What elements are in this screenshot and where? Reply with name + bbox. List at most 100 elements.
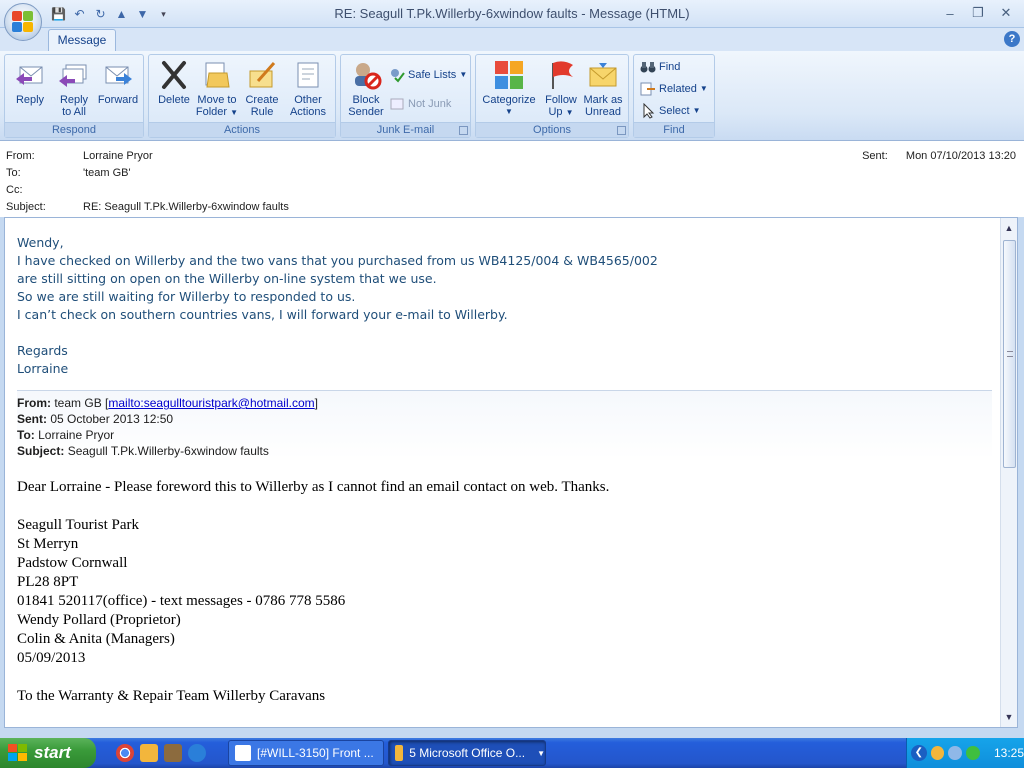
subject-value: RE: Seagull T.Pk.Willerby-6xwindow fault…: [83, 201, 289, 213]
minimize-icon[interactable]: –: [936, 3, 964, 23]
move-dropdown-icon: ▼: [230, 108, 239, 117]
quoted-line: Colin & Anita (Managers): [17, 631, 175, 647]
ribbon: Reply Reply to All Forward Respond Delet…: [0, 51, 1024, 141]
reply-line: Lorraine: [17, 361, 69, 376]
categorize-icon: [493, 59, 525, 91]
tab-message[interactable]: Message: [48, 29, 116, 52]
follow-up-flag-icon: [545, 59, 577, 91]
message-body[interactable]: Wendy, I have checked on Willerby and the…: [4, 217, 1018, 728]
quoted-line: PL28 8PT: [17, 574, 79, 590]
not-junk-button[interactable]: Not Junk: [389, 94, 451, 113]
quoted-line: St Merryn: [17, 536, 79, 552]
delete-icon: [158, 59, 190, 91]
reply-line: I can’t check on southern countries vans…: [17, 307, 508, 322]
mark-as-unread-icon: [587, 59, 619, 91]
office-button[interactable]: [4, 3, 42, 41]
windows-flag-icon: [8, 744, 28, 762]
restore-icon[interactable]: ❐: [964, 3, 992, 23]
options-group: Categorize ▼ Follow Up ▼ Mark as Unread …: [475, 54, 629, 138]
junk-email-dialog-launcher-icon[interactable]: [459, 126, 468, 135]
options-dialog-launcher-icon[interactable]: [617, 126, 626, 135]
block-sender-icon: [350, 59, 382, 91]
related-button[interactable]: Related ▼: [640, 79, 708, 98]
email-link[interactable]: mailto:seagulltouristpark@hotmail.com: [108, 396, 314, 410]
reply-line: So we are still waiting for Willerby to …: [17, 289, 356, 304]
window-title: RE: Seagull T.Pk.Willerby-6xwindow fault…: [334, 6, 690, 21]
ribbon-tabs: Message ?: [0, 28, 1024, 52]
quoted-line: [17, 668, 992, 687]
safe-lists-icon: [389, 67, 405, 83]
scroll-up-icon[interactable]: ▲: [1001, 220, 1017, 236]
reply-all-button[interactable]: Reply to All: [51, 57, 97, 121]
tray-expand-icon[interactable]: ❮: [911, 745, 927, 761]
taskbar-item-will-3150[interactable]: [#WILL-3150] Front ...: [228, 740, 384, 766]
message-content: Wendy, I have checked on Willerby and the…: [17, 234, 992, 706]
respond-group-label: Respond: [5, 122, 143, 137]
reply-text: Wendy, I have checked on Willerby and the…: [17, 234, 992, 378]
sent-row: Sent: Mon 07/10/2013 13:20: [862, 150, 1016, 162]
quoted-line: Wendy Pollard (Proprietor): [17, 612, 181, 628]
system-tray: ❮ 13:25: [906, 738, 1024, 768]
follow-up-button[interactable]: Follow Up ▼: [538, 57, 584, 121]
quoted-line: Padstow Cornwall: [17, 555, 128, 571]
tracker-icon: [235, 745, 251, 761]
office-logo-icon: [12, 11, 34, 33]
move-to-folder-button[interactable]: Move to Folder ▼: [194, 57, 240, 121]
status-strip: [0, 728, 1024, 738]
message-header: From: Lorraine Pryor To: 'team GB' Cc: S…: [0, 141, 1024, 217]
close-icon[interactable]: ✕: [992, 3, 1020, 23]
binoculars-icon: [640, 59, 656, 75]
ie-icon[interactable]: [188, 744, 206, 762]
other-actions-icon: [292, 59, 324, 91]
reply-line: Regards: [17, 343, 68, 358]
not-junk-icon: [389, 96, 405, 112]
reply-line: [17, 324, 992, 342]
select-button[interactable]: Select ▼: [640, 101, 701, 120]
actions-group-label: Actions: [149, 122, 335, 137]
quoted-body-text: Dear Lorraine - Please foreword this to …: [17, 478, 992, 706]
categorize-dropdown-icon: ▼: [505, 107, 513, 116]
help-icon[interactable]: ?: [1004, 31, 1020, 47]
app-icon[interactable]: [164, 744, 182, 762]
quick-launch: [116, 744, 206, 762]
clock: 13:25: [993, 746, 1024, 760]
junk-email-group-label: Junk E-mail: [341, 122, 470, 137]
start-button[interactable]: start: [0, 738, 96, 768]
quoted-line: To the Warranty & Repair Team Willerby C…: [17, 688, 326, 704]
sent-value: Mon 07/10/2013 13:20: [905, 150, 1016, 162]
delete-button[interactable]: Delete: [151, 57, 197, 121]
create-rule-icon: [246, 59, 278, 91]
actions-group: Delete Move to Folder ▼ Create Rule Othe…: [148, 54, 336, 138]
quoted-header: From: team GB [mailto:seagulltouristpark…: [17, 390, 992, 459]
reply-line: I have checked on Willerby and the two v…: [17, 253, 658, 268]
from-value[interactable]: Lorraine Pryor: [83, 150, 153, 162]
block-sender-button[interactable]: Block Sender: [343, 57, 389, 121]
find-group-label: Find: [634, 122, 714, 137]
vertical-scrollbar[interactable]: ▲ ▼: [1000, 218, 1017, 727]
quoted-line: Seagull Tourist Park: [17, 517, 139, 533]
group-dropdown-icon: ▼: [537, 748, 545, 758]
other-actions-button[interactable]: Other Actions ▼: [285, 57, 331, 129]
forward-button[interactable]: Forward: [95, 57, 141, 121]
safe-lists-button[interactable]: Safe Lists ▼: [389, 65, 467, 84]
categorize-button[interactable]: Categorize ▼: [478, 57, 540, 121]
tray-network-icon[interactable]: [948, 746, 963, 760]
reply-button[interactable]: Reply: [7, 57, 53, 121]
mark-as-unread-button[interactable]: Mark as Unread: [580, 57, 626, 121]
tray-outlook-icon[interactable]: [930, 746, 945, 760]
find-group: Find Related ▼ Select ▼ Find: [633, 54, 715, 138]
scroll-thumb[interactable]: [1003, 240, 1016, 468]
find-button[interactable]: Find: [640, 57, 680, 76]
chrome-icon[interactable]: [116, 744, 134, 762]
to-value[interactable]: 'team GB': [83, 167, 131, 179]
follow-up-dropdown-icon: ▼: [565, 108, 574, 117]
taskbar: start [#WILL-3150] Front ... 5 Microsoft…: [0, 738, 1024, 768]
outlook-icon[interactable]: [140, 744, 158, 762]
create-rule-button[interactable]: Create Rule: [239, 57, 285, 121]
taskbar-item-office[interactable]: 5 Microsoft Office O... ▼: [388, 740, 546, 766]
reply-all-icon: [58, 59, 90, 91]
tray-status-icon[interactable]: [966, 746, 980, 760]
office-group-icon: [395, 745, 404, 761]
respond-group: Reply Reply to All Forward Respond: [4, 54, 144, 138]
scroll-down-icon[interactable]: ▼: [1001, 709, 1017, 725]
